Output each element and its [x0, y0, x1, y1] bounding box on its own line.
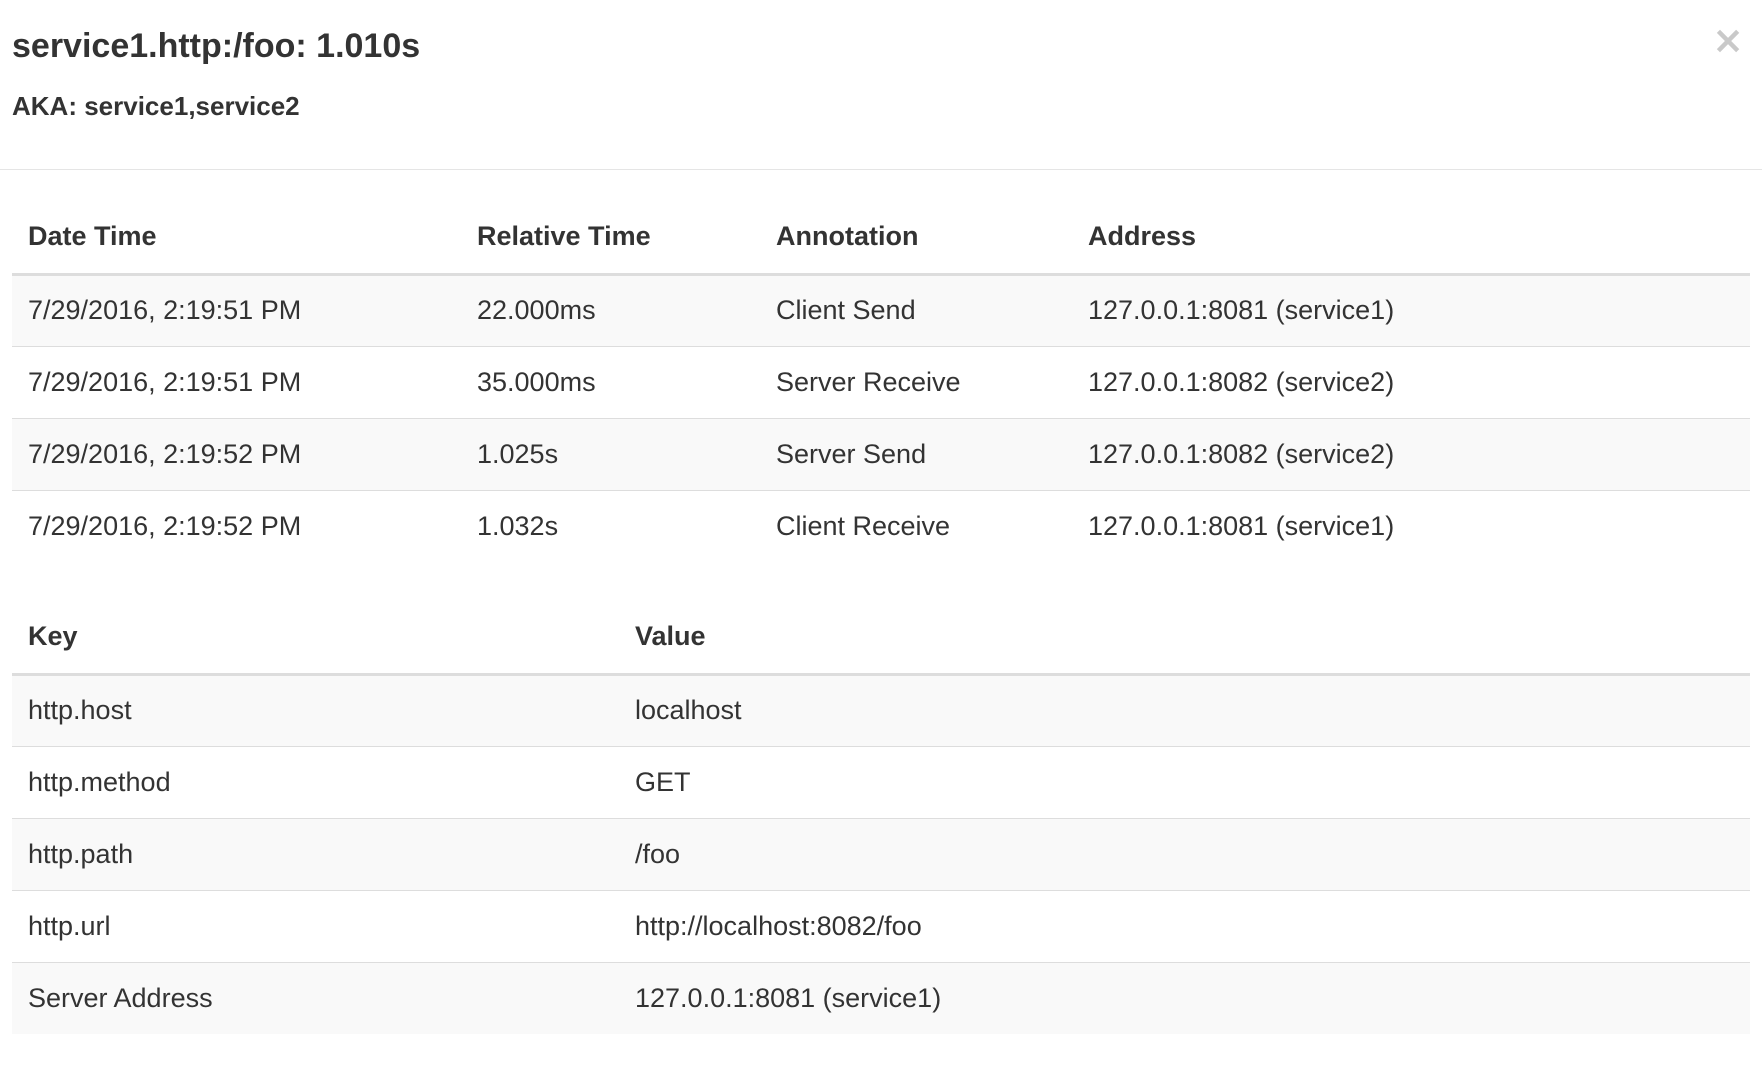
date-time-cell: 7/29/2016, 2:19:51 PM — [12, 274, 461, 346]
table-row: 7/29/2016, 2:19:51 PM 35.000ms Server Re… — [12, 345, 1750, 418]
address-cell: 127.0.0.1:8082 (service2) — [1072, 345, 1750, 418]
key-cell: http.method — [12, 745, 619, 818]
key-cell: http.host — [12, 674, 619, 746]
date-time-cell: 7/29/2016, 2:19:52 PM — [12, 489, 461, 562]
value-cell: /foo — [619, 817, 1750, 890]
annotation-cell: Client Send — [760, 274, 1072, 346]
annotations-header-row: Date Time Relative Time Annotation Addre… — [12, 200, 1750, 276]
column-header-value: Value — [619, 600, 1750, 676]
column-header-relative-time: Relative Time — [461, 200, 760, 276]
column-header-address: Address — [1072, 200, 1750, 276]
binary-annotations-table: Key Value http.host localhost http.metho… — [12, 600, 1750, 1034]
close-icon[interactable]: × — [1706, 18, 1750, 62]
relative-time-cell: 22.000ms — [461, 274, 760, 346]
table-row: 7/29/2016, 2:19:52 PM 1.032s Client Rece… — [12, 489, 1750, 562]
annotation-cell: Server Receive — [760, 345, 1072, 418]
key-cell: Server Address — [12, 961, 619, 1034]
column-header-key: Key — [12, 600, 619, 676]
annotations-table: Date Time Relative Time Annotation Addre… — [12, 200, 1750, 562]
relative-time-cell: 1.032s — [461, 489, 760, 562]
date-time-cell: 7/29/2016, 2:19:51 PM — [12, 345, 461, 418]
address-cell: 127.0.0.1:8082 (service2) — [1072, 417, 1750, 490]
modal-header: service1.http:/foo: 1.010s AKA: service1… — [0, 0, 1762, 170]
table-row: http.path /foo — [12, 817, 1750, 890]
value-cell: localhost — [619, 674, 1750, 746]
aka-label: AKA: service1,service2 — [12, 91, 300, 121]
relative-time-cell: 1.025s — [461, 417, 760, 490]
value-cell: http://localhost:8082/foo — [619, 889, 1750, 962]
modal-title: service1.http:/foo: 1.010s — [12, 27, 421, 65]
annotation-cell: Client Receive — [760, 489, 1072, 562]
date-time-cell: 7/29/2016, 2:19:52 PM — [12, 417, 461, 490]
table-row: http.url http://localhost:8082/foo — [12, 889, 1750, 962]
binary-annotations-header-row: Key Value — [12, 600, 1750, 676]
table-row: 7/29/2016, 2:19:51 PM 22.000ms Client Se… — [12, 274, 1750, 346]
column-header-date-time: Date Time — [12, 200, 461, 276]
relative-time-cell: 35.000ms — [461, 345, 760, 418]
address-cell: 127.0.0.1:8081 (service1) — [1072, 489, 1750, 562]
key-cell: http.url — [12, 889, 619, 962]
key-cell: http.path — [12, 817, 619, 890]
column-header-annotation: Annotation — [760, 200, 1072, 276]
value-cell: 127.0.0.1:8081 (service1) — [619, 961, 1750, 1034]
annotation-cell: Server Send — [760, 417, 1072, 490]
table-row: http.method GET — [12, 745, 1750, 818]
address-cell: 127.0.0.1:8081 (service1) — [1072, 274, 1750, 346]
table-row: Server Address 127.0.0.1:8081 (service1) — [12, 961, 1750, 1034]
table-row: 7/29/2016, 2:19:52 PM 1.025s Server Send… — [12, 417, 1750, 490]
table-row: http.host localhost — [12, 674, 1750, 746]
value-cell: GET — [619, 745, 1750, 818]
